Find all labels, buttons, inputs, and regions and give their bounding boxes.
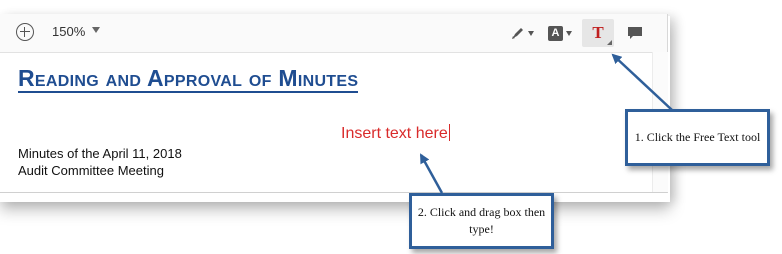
arrow-to-free-text-tool (611, 53, 673, 111)
callout-step-1: 1. Click the Free Text tool (625, 109, 770, 166)
callout-step-2: 2. Click and drag box then type! (409, 193, 554, 249)
arrow-to-text-box (419, 153, 444, 194)
